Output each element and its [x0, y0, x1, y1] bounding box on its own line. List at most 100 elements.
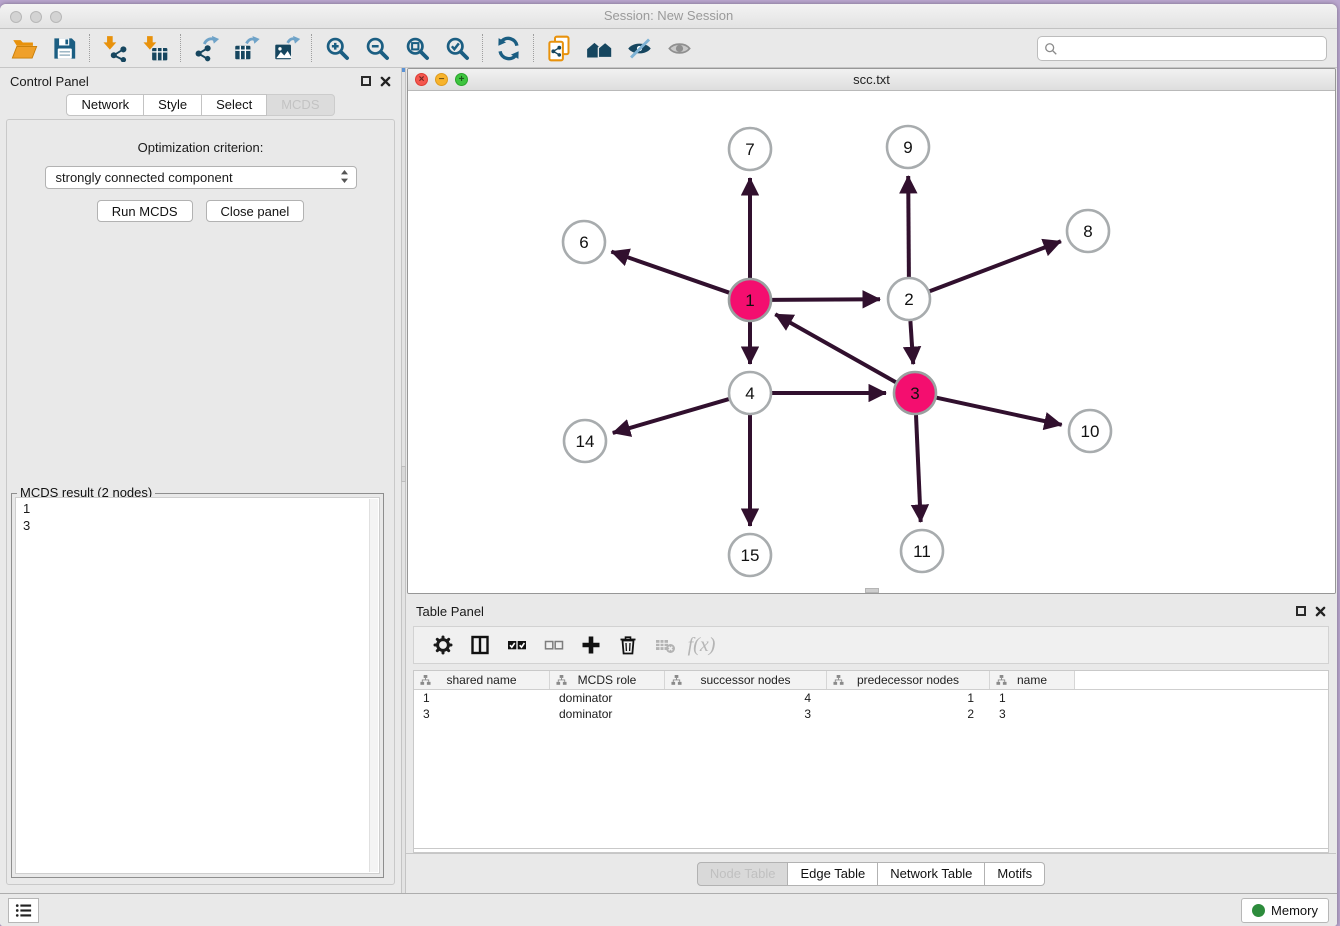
close-table-panel-icon[interactable]	[1315, 606, 1326, 617]
node-table-header: shared nameMCDS rolesuccessor nodesprede…	[414, 671, 1328, 690]
cell-shared-name[interactable]: 1	[414, 691, 550, 705]
tab-motifs[interactable]: Motifs	[985, 862, 1045, 886]
edge-2-3[interactable]	[910, 321, 913, 364]
export-table-icon	[233, 35, 260, 62]
tab-network-table[interactable]: Network Table	[878, 862, 985, 886]
zoom-fit-button[interactable]	[397, 31, 437, 65]
network-window-resize-grip[interactable]	[865, 588, 879, 593]
cell-shared-name[interactable]: 3	[414, 707, 550, 721]
network-window-title: scc.txt	[408, 72, 1335, 87]
memory-status-icon	[1252, 904, 1265, 917]
cell-mcds-role[interactable]: dominator	[550, 691, 665, 705]
float-panel-icon[interactable]	[361, 76, 371, 86]
table-row[interactable]: 1dominator411	[414, 690, 1328, 706]
edge-2-9[interactable]	[908, 176, 909, 277]
cell-name[interactable]: 1	[990, 691, 1075, 705]
mcds-result-text[interactable]: 1 3	[15, 497, 380, 874]
column-type-icon	[996, 675, 1007, 686]
function-builder-button[interactable]: f(x)	[683, 629, 720, 661]
apply-layout-button[interactable]	[488, 31, 528, 65]
level-of-detail-button[interactable]	[659, 31, 699, 65]
node-label-4: 4	[745, 384, 754, 403]
zoom-in-button[interactable]	[317, 31, 357, 65]
cell-successor-nodes[interactable]: 4	[665, 691, 827, 705]
column-header-successor-nodes[interactable]: successor nodes	[665, 671, 827, 689]
toolbar-separator	[311, 34, 312, 62]
edge-1-2[interactable]	[772, 299, 880, 300]
tab-node-table[interactable]: Node Table	[697, 862, 789, 886]
column-header-name[interactable]: name	[990, 671, 1075, 689]
control-panel-header: Control Panel	[0, 68, 401, 94]
cell-name[interactable]: 3	[990, 707, 1075, 721]
hide-graphics-details-button[interactable]	[619, 31, 659, 65]
float-table-panel-icon[interactable]	[1296, 606, 1306, 616]
cell-predecessor-nodes[interactable]: 2	[827, 707, 990, 721]
table-mode-button[interactable]	[424, 629, 461, 661]
network-view-window: × − + scc.txt 7968124314101511	[407, 68, 1336, 594]
table-row[interactable]: 3dominator323	[414, 706, 1328, 722]
table-panel-header: Table Panel	[406, 598, 1336, 624]
column-header-mcds-role[interactable]: MCDS role	[550, 671, 665, 689]
run-mcds-button[interactable]: Run MCDS	[97, 200, 193, 222]
show-column-button[interactable]	[461, 629, 498, 661]
control-panel-title: Control Panel	[10, 74, 89, 89]
edge-2-8[interactable]	[930, 241, 1061, 291]
zoom-out-button[interactable]	[357, 31, 397, 65]
node-label-6: 6	[579, 233, 588, 252]
close-panel-icon[interactable]	[380, 76, 391, 87]
export-table-button[interactable]	[226, 31, 266, 65]
tab-style[interactable]: Style	[144, 94, 202, 116]
search-input[interactable]	[1058, 39, 1326, 59]
cell-successor-nodes[interactable]: 3	[665, 707, 827, 721]
zoom-selected-button[interactable]	[437, 31, 477, 65]
application-window: Session: New Session Cont	[0, 4, 1337, 926]
task-history-button[interactable]	[8, 898, 39, 923]
node-table: shared nameMCDS rolesuccessor nodesprede…	[413, 670, 1329, 849]
edge-3-1[interactable]	[775, 314, 896, 382]
edge-1-6[interactable]	[611, 252, 729, 293]
cell-mcds-role[interactable]: dominator	[550, 707, 665, 721]
tab-edge-table[interactable]: Edge Table	[788, 862, 878, 886]
node-label-9: 9	[903, 138, 912, 157]
result-scrollbar[interactable]	[369, 499, 378, 872]
refresh-icon	[495, 35, 522, 62]
edge-4-14[interactable]	[613, 399, 729, 433]
delete-table-button[interactable]	[646, 629, 683, 661]
node-label-1: 1	[745, 291, 754, 310]
cell-predecessor-nodes[interactable]: 1	[827, 691, 990, 705]
tab-select[interactable]: Select	[202, 94, 267, 116]
window-title: Session: New Session	[0, 8, 1337, 23]
create-column-button[interactable]	[572, 629, 609, 661]
save-session-button[interactable]	[44, 31, 84, 65]
search-icon	[1044, 42, 1058, 56]
edge-3-10[interactable]	[937, 398, 1062, 425]
import-table-button[interactable]	[135, 31, 175, 65]
export-image-button[interactable]	[266, 31, 306, 65]
close-panel-button[interactable]: Close panel	[206, 200, 305, 222]
splitter-focus-tick	[402, 68, 405, 72]
network-home-button[interactable]	[579, 31, 619, 65]
select-all-button[interactable]	[498, 629, 535, 661]
edge-3-11[interactable]	[916, 415, 921, 522]
columns-icon	[469, 634, 491, 656]
eye-gray-icon	[666, 35, 693, 62]
unchecked-boxes-icon	[543, 634, 565, 656]
tab-network[interactable]: Network	[66, 94, 144, 116]
open-session-button[interactable]	[4, 31, 44, 65]
zoom-in-icon	[324, 35, 351, 62]
delete-columns-button[interactable]	[609, 629, 646, 661]
deselect-all-button[interactable]	[535, 629, 572, 661]
network-canvas[interactable]: 7968124314101511	[408, 91, 1335, 593]
column-header-predecessor-nodes[interactable]: predecessor nodes	[827, 671, 990, 689]
column-header-shared-name[interactable]: shared name	[414, 671, 550, 689]
main-area: Control Panel NetworkStyleSelectMCDS Opt…	[0, 68, 1337, 893]
plus-icon	[580, 634, 602, 656]
new-network-from-selection-button[interactable]	[539, 31, 579, 65]
network-graph[interactable]: 7968124314101511	[408, 91, 1336, 594]
export-network-button[interactable]	[186, 31, 226, 65]
tab-mcds[interactable]: MCDS	[267, 94, 334, 116]
memory-button[interactable]: Memory	[1241, 898, 1329, 923]
criterion-dropdown[interactable]: strongly connected component	[45, 166, 357, 189]
network-window-titlebar: × − + scc.txt	[408, 69, 1335, 91]
import-network-button[interactable]	[95, 31, 135, 65]
